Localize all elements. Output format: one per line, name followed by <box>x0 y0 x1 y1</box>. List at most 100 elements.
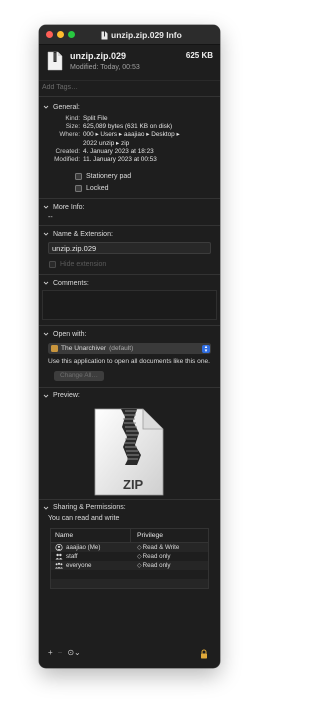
group-icon <box>55 553 63 560</box>
file-header: unzip.zip.029 625 KB Modified: Today, 00… <box>39 45 220 81</box>
created-label: Created: <box>55 147 80 155</box>
section-title: Comments: <box>53 279 89 287</box>
hide-extension-row: Hide extension <box>49 258 220 270</box>
user-name: staff <box>66 552 78 560</box>
minimize-button[interactable] <box>57 31 64 38</box>
hide-extension-label: Hide extension <box>60 260 107 268</box>
table-row[interactable]: everyone ◇ Read only <box>51 560 208 570</box>
chevron-down-icon <box>43 394 49 398</box>
change-all-button[interactable]: Change All… <box>54 370 104 381</box>
lock-icon[interactable] <box>200 649 208 659</box>
modified-label: Modified: <box>54 156 80 164</box>
privilege-column-header[interactable]: Privilege <box>131 532 163 539</box>
name-field[interactable]: unzip.zip.029 <box>48 242 211 255</box>
chevron-updown-icon: ◇ <box>137 553 142 560</box>
table-row[interactable]: staff ◇ Read only <box>51 552 208 561</box>
zip-archive-preview-icon: ZIP <box>94 408 164 496</box>
divider <box>39 325 220 327</box>
empty-row <box>51 570 208 579</box>
sharing-subtitle: You can read and write <box>48 514 120 522</box>
hide-extension-checkbox <box>49 260 56 268</box>
divider <box>39 198 220 200</box>
open-with-description: Use this application to open all documen… <box>48 358 211 366</box>
chevron-updown-icon: ◇ <box>137 562 142 569</box>
where-value: 000 ▸ Users ▸ aaajiao ▸ Desktop ▸ <box>83 131 180 139</box>
size-label: Size: <box>65 123 80 131</box>
preview-area: ZIP <box>39 403 220 499</box>
section-title: More Info: <box>53 203 85 211</box>
where-value-continued: 2022 unzip ▸ zip <box>83 139 130 147</box>
tags-input[interactable] <box>42 84 217 91</box>
where-label: Where: <box>59 131 80 139</box>
zoom-button[interactable] <box>68 31 75 38</box>
modified-row: Modified: 11. January 2023 at 00:53 <box>39 156 220 164</box>
table-row[interactable]: aaajiao (Me) ◇ Read & Write <box>51 542 208 552</box>
kind-label: Kind: <box>65 115 80 122</box>
window-title: unzip.zip.029 Info <box>111 30 182 40</box>
more-info-value: -- <box>48 214 53 222</box>
action-menu-button[interactable]: ⊙⌄ <box>67 648 80 657</box>
stationery-pad-checkbox[interactable] <box>75 172 82 180</box>
preview-zip-label: ZIP <box>123 477 144 492</box>
user-name: everyone <box>66 561 92 569</box>
everyone-icon <box>55 562 63 569</box>
open-with-popup[interactable]: The Unarchiver (default) ▴ ▾ <box>48 343 211 355</box>
stationery-pad-label: Stationery pad <box>86 172 132 180</box>
popup-chevron-icon: ▴ ▾ <box>202 344 210 353</box>
name-extension-section-header[interactable]: Name & Extension: <box>39 227 220 241</box>
comments-textarea[interactable] <box>42 290 217 321</box>
sharing-section-header[interactable]: Sharing & Permissions: <box>39 501 220 515</box>
kind-row: Kind: Split File <box>39 115 220 123</box>
size-row: Size: 625,089 bytes (631 KB on disk) <box>39 123 220 131</box>
tags-field-container <box>39 81 220 97</box>
comments-section-header[interactable]: Comments: <box>39 276 220 290</box>
divider <box>39 498 220 500</box>
info-window: unzip.zip.029 Info unzip.zip.029 625 KB … <box>39 25 220 668</box>
stationery-pad-row[interactable]: Stationery pad <box>75 170 220 182</box>
app-default-suffix: (default) <box>109 345 134 353</box>
title-bar[interactable]: unzip.zip.029 Info <box>39 25 220 45</box>
user-icon <box>55 543 63 551</box>
zip-file-icon <box>101 31 108 39</box>
modified-date: Modified: Today, 00:53 <box>70 64 140 71</box>
name-column-header[interactable]: Name <box>51 528 131 542</box>
locked-label: Locked <box>86 184 109 192</box>
remove-user-button[interactable]: − <box>58 648 63 657</box>
chevron-updown-icon: ◇ <box>137 544 142 551</box>
privilege-value: Read only <box>142 552 171 560</box>
chevron-down-icon <box>43 332 49 336</box>
chevron-down-icon <box>43 281 49 285</box>
section-title: Open with: <box>53 330 87 338</box>
more-info-section-header[interactable]: More Info: <box>39 200 220 214</box>
where-label-continued <box>39 140 83 148</box>
privilege-value: Read only <box>142 561 171 569</box>
general-details: Kind: Split File Size: 625,089 bytes (631 … <box>39 115 220 164</box>
app-name: The Unarchiver <box>61 345 107 353</box>
add-user-button[interactable]: + <box>48 648 53 657</box>
close-button[interactable] <box>46 31 53 38</box>
divider <box>39 274 220 276</box>
created-row: Created: 4. January 2023 at 18:23 <box>39 148 220 156</box>
where-row: Where: 000 ▸ Users ▸ aaajiao ▸ Desktop ▸ <box>39 131 220 139</box>
chevron-down-icon <box>43 105 49 109</box>
created-value: 4. January 2023 at 18:23 <box>83 147 154 155</box>
traffic-lights <box>46 31 75 38</box>
where-row-continued: 2022 unzip ▸ zip <box>39 140 220 148</box>
divider <box>39 386 220 388</box>
file-size: 625 KB <box>185 51 213 60</box>
size-value: 625,089 bytes (631 KB on disk) <box>83 123 173 131</box>
privilege-value: Read & Write <box>142 543 180 551</box>
general-section-header[interactable]: General: <box>39 100 220 114</box>
modified-value: 11. January 2023 at 00:53 <box>83 156 157 164</box>
preview-section-header[interactable]: Preview: <box>39 389 220 403</box>
unarchiver-app-icon <box>51 345 58 353</box>
chevron-down-icon <box>43 506 49 510</box>
open-with-section-header[interactable]: Open with: <box>39 327 220 341</box>
locked-row[interactable]: Locked <box>75 182 220 194</box>
permissions-table: Name Privilege aaajiao (Me) ◇ Read & Writ… <box>50 527 209 589</box>
chevron-down-icon <box>43 205 49 209</box>
locked-checkbox[interactable] <box>75 184 82 192</box>
table-header: Name Privilege <box>51 528 208 543</box>
user-name: aaajiao (Me) <box>66 543 101 551</box>
section-title: Sharing & Permissions: <box>53 504 126 512</box>
